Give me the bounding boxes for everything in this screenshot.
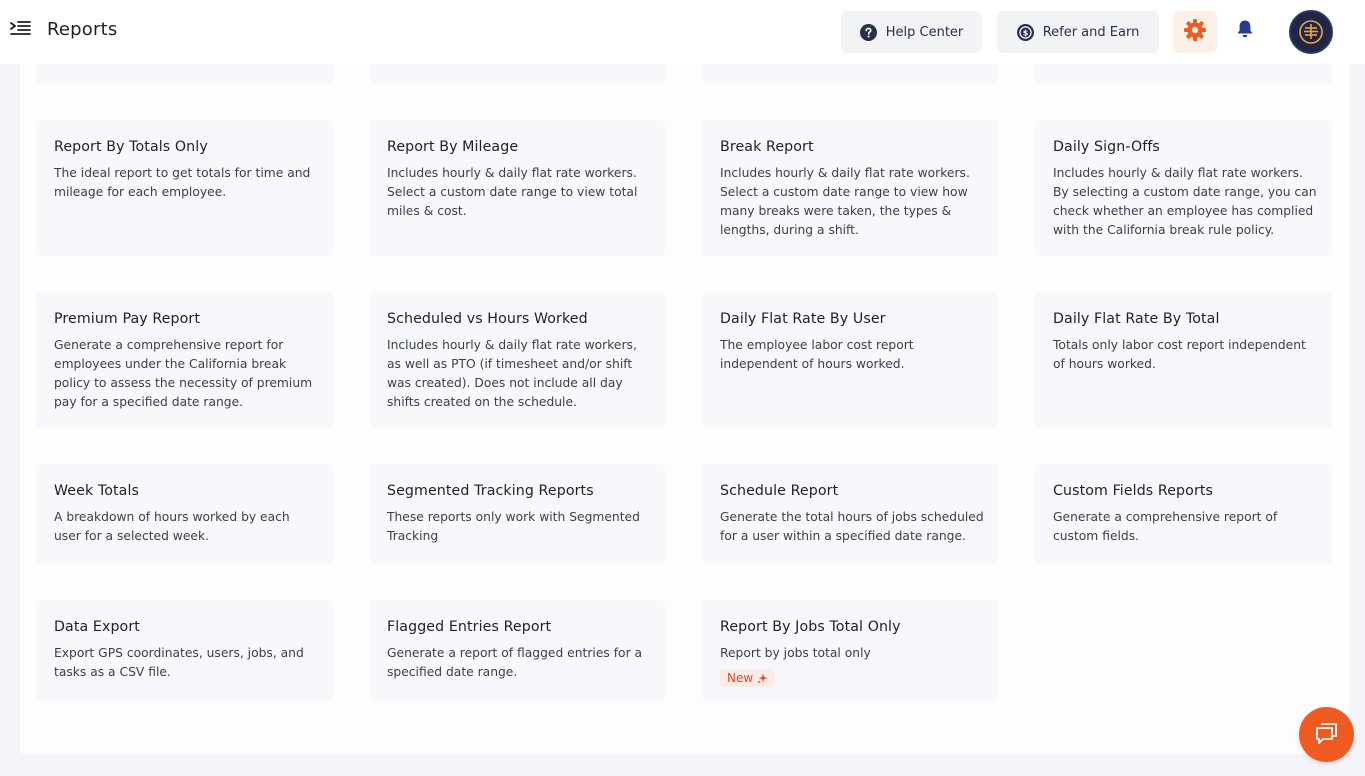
report-card-week-totals[interactable]: Week Totals A breakdown of hours worked … — [36, 464, 333, 564]
report-description: Includes hourly & daily flat rate worker… — [387, 166, 638, 218]
report-title: Daily Flat Rate By Total — [1053, 311, 1220, 327]
report-title: Report By Mileage — [387, 139, 519, 155]
settings-button[interactable] — [1173, 11, 1217, 53]
report-title: Report By Totals Only — [54, 139, 208, 155]
report-card-daily-sign-offs[interactable]: Daily Sign-Offs Includes hourly & daily … — [1035, 120, 1332, 256]
report-title: Scheduled vs Hours Worked — [387, 311, 588, 327]
refer-and-earn-label: Refer and Earn — [1042, 24, 1140, 40]
new-badge-wrap: New — [720, 667, 776, 687]
report-description: Includes hourly & daily flat rate worker… — [720, 166, 970, 237]
report-description: Generate a report of flagged entries for… — [387, 646, 643, 679]
gear-icon — [1183, 18, 1207, 46]
reports-panel: Report By Totals Only The ideal report t… — [20, 54, 1350, 754]
report-description: Generate a comprehensive report for empl… — [54, 338, 313, 409]
help-center-button[interactable]: Help Center — [841, 11, 982, 53]
report-title: Daily Flat Rate By User — [720, 311, 886, 327]
report-description: The ideal report to get totals for time … — [54, 166, 311, 199]
chat-support-button[interactable] — [1299, 707, 1354, 762]
report-card-flagged-entries[interactable]: Flagged Entries Report Generate a report… — [369, 600, 665, 702]
report-card-premium-pay[interactable]: Premium Pay Report Generate a comprehens… — [36, 292, 333, 428]
sparkle-icon — [757, 673, 768, 684]
report-description: Report by jobs total only — [720, 646, 871, 660]
report-description: Includes hourly & daily flat rate worker… — [1053, 166, 1317, 237]
report-title: Daily Sign-Offs — [1053, 139, 1160, 155]
question-circle-icon — [859, 23, 877, 41]
user-avatar[interactable] — [1289, 10, 1333, 54]
report-title: Report By Jobs Total Only — [720, 619, 901, 635]
report-title: Week Totals — [54, 483, 140, 499]
bell-icon — [1236, 19, 1254, 43]
page-title: Reports — [47, 19, 118, 40]
new-badge: New — [720, 669, 776, 687]
report-card-data-export[interactable]: Data Export Export GPS coordinates, user… — [36, 600, 333, 702]
new-badge-label: New — [727, 671, 754, 685]
report-description: Generate the total hours of jobs schedul… — [720, 510, 984, 543]
report-description: Includes hourly & daily flat rate worker… — [387, 338, 637, 409]
report-description: A breakdown of hours worked by each user… — [54, 510, 290, 543]
report-description: These reports only work with Segmented T… — [387, 510, 640, 543]
report-title: Flagged Entries Report — [387, 619, 552, 635]
report-card-scheduled-vs-worked[interactable]: Scheduled vs Hours Worked Includes hourl… — [369, 292, 665, 428]
report-title: Break Report — [720, 139, 814, 155]
report-title: Segmented Tracking Reports — [387, 483, 594, 499]
top-header: Reports Help Center $ Refer and Earn — [0, 0, 1365, 64]
report-description: Totals only labor cost report independen… — [1053, 338, 1306, 371]
chat-icon — [1314, 720, 1340, 750]
notifications-button[interactable] — [1233, 18, 1257, 44]
report-card-custom-fields[interactable]: Custom Fields Reports Generate a compreh… — [1035, 464, 1332, 564]
report-description: Generate a comprehensive report of custo… — [1053, 510, 1278, 543]
dollar-circle-icon: $ — [1016, 23, 1034, 41]
report-card-flat-rate-by-user[interactable]: Daily Flat Rate By User The employee lab… — [702, 292, 998, 428]
report-card-totals-only[interactable]: Report By Totals Only The ideal report t… — [36, 120, 333, 256]
report-card-flat-rate-by-total[interactable]: Daily Flat Rate By Total Totals only lab… — [1035, 292, 1332, 428]
report-card-mileage[interactable]: Report By Mileage Includes hourly & dail… — [369, 120, 665, 256]
report-description: Export GPS coordinates, users, jobs, and… — [54, 646, 304, 679]
report-title: Custom Fields Reports — [1053, 483, 1214, 499]
report-title: Schedule Report — [720, 483, 839, 499]
report-title: Premium Pay Report — [54, 311, 200, 327]
report-card-break[interactable]: Break Report Includes hourly & daily fla… — [702, 120, 998, 256]
help-center-label: Help Center — [885, 24, 964, 40]
menu-collapse-icon[interactable] — [10, 20, 34, 40]
report-title: Data Export — [54, 619, 140, 635]
report-card-segmented-tracking[interactable]: Segmented Tracking Reports These reports… — [369, 464, 665, 564]
report-card-jobs-total-only[interactable]: Report By Jobs Total Only Report by jobs… — [702, 600, 998, 702]
svg-text:$: $ — [1022, 28, 1028, 37]
report-card-schedule[interactable]: Schedule Report Generate the total hours… — [702, 464, 998, 564]
report-description: The employee labor cost report independe… — [720, 338, 914, 371]
refer-and-earn-button[interactable]: $ Refer and Earn — [997, 11, 1159, 53]
